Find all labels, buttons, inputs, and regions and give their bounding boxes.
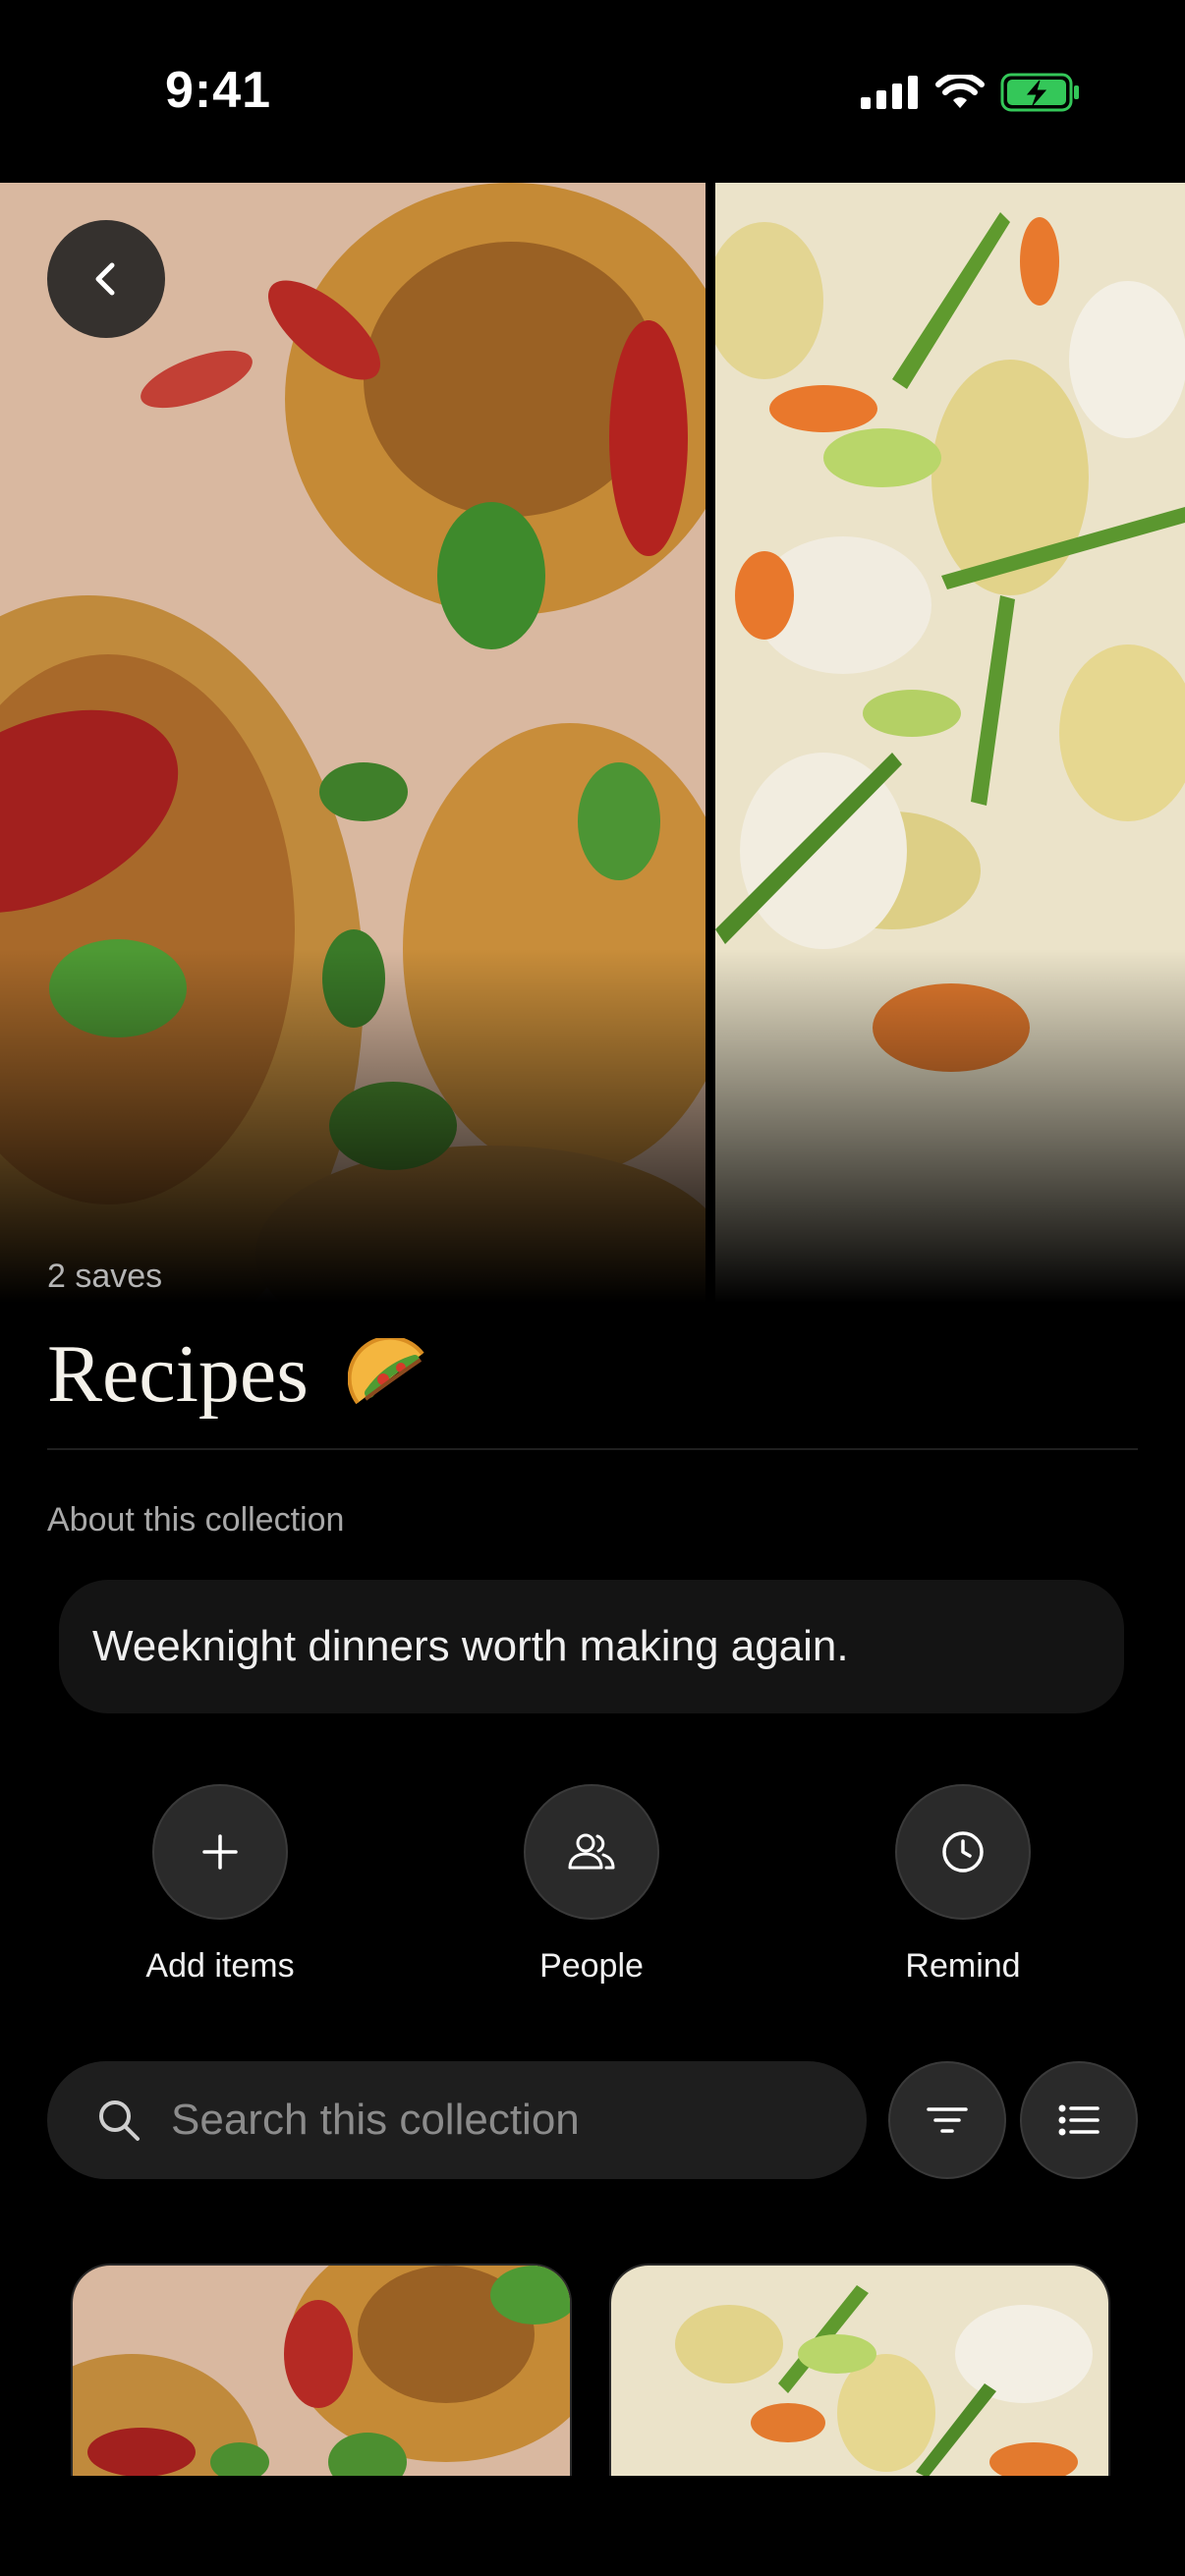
clock-icon xyxy=(942,1831,984,1873)
status-time: 9:41 xyxy=(165,62,272,119)
search-bar[interactable] xyxy=(47,2061,867,2179)
people-label: People xyxy=(539,1947,644,1985)
cellular-signal-icon xyxy=(861,76,918,109)
about-label: About this collection xyxy=(47,1501,345,1539)
search-input[interactable] xyxy=(171,2096,810,2145)
plus-icon xyxy=(202,1834,238,1870)
item-card-gnocchi-soup[interactable]: Chicken gnocchi soup with carrots and ce… xyxy=(609,2264,1110,2476)
collection-title: Recipes xyxy=(47,1328,309,1420)
add-items-button[interactable]: Add items xyxy=(92,1784,348,1986)
filter-icon xyxy=(927,2107,968,2133)
taco-icon xyxy=(347,1337,424,1404)
item-card-label: Chicken gnocchi soup with carrots and ce… xyxy=(611,2266,612,2267)
title-divider xyxy=(47,1448,1138,1450)
back-button[interactable] xyxy=(47,220,165,338)
people-button[interactable]: People xyxy=(464,1784,719,1986)
view-toggle-button[interactable] xyxy=(1020,2061,1138,2179)
bottom-safe-area xyxy=(0,2476,1185,2576)
saves-count: 2 saves xyxy=(47,1258,163,1295)
search-icon xyxy=(99,2100,140,2141)
status-bar: 9:41 xyxy=(0,0,1185,183)
status-icons xyxy=(861,73,1081,112)
hero-cover xyxy=(0,183,1185,1303)
people-circle[interactable] xyxy=(524,1784,659,1920)
collection-title-row: Recipes 🌮 xyxy=(47,1326,432,1422)
wifi-icon xyxy=(935,75,985,108)
battery-charging-icon xyxy=(1000,73,1079,112)
item-card-chicken[interactable]: Creamy chicken with sun-dried tomatoes a… xyxy=(71,2264,572,2476)
item-card-label: Creamy chicken with sun-dried tomatoes a… xyxy=(73,2266,74,2267)
remind-button[interactable]: Remind xyxy=(835,1784,1091,1986)
chevron-left-icon xyxy=(95,262,115,296)
filter-button[interactable] xyxy=(888,2061,1006,2179)
hero-gradient xyxy=(0,949,1185,1303)
add-items-label: Add items xyxy=(145,1947,295,1985)
list-view-icon xyxy=(1058,2104,1100,2136)
add-items-circle[interactable] xyxy=(152,1784,288,1920)
description-field[interactable]: Weeknight dinners worth making again. xyxy=(59,1580,1124,1713)
collection-screen: 9:41 2 saves Recipes About this collecti… xyxy=(0,0,1185,2576)
remind-label: Remind xyxy=(905,1947,1021,1985)
remind-circle[interactable] xyxy=(895,1784,1031,1920)
description-text: Weeknight dinners worth making again. xyxy=(92,1622,849,1670)
people-icon xyxy=(568,1833,615,1870)
